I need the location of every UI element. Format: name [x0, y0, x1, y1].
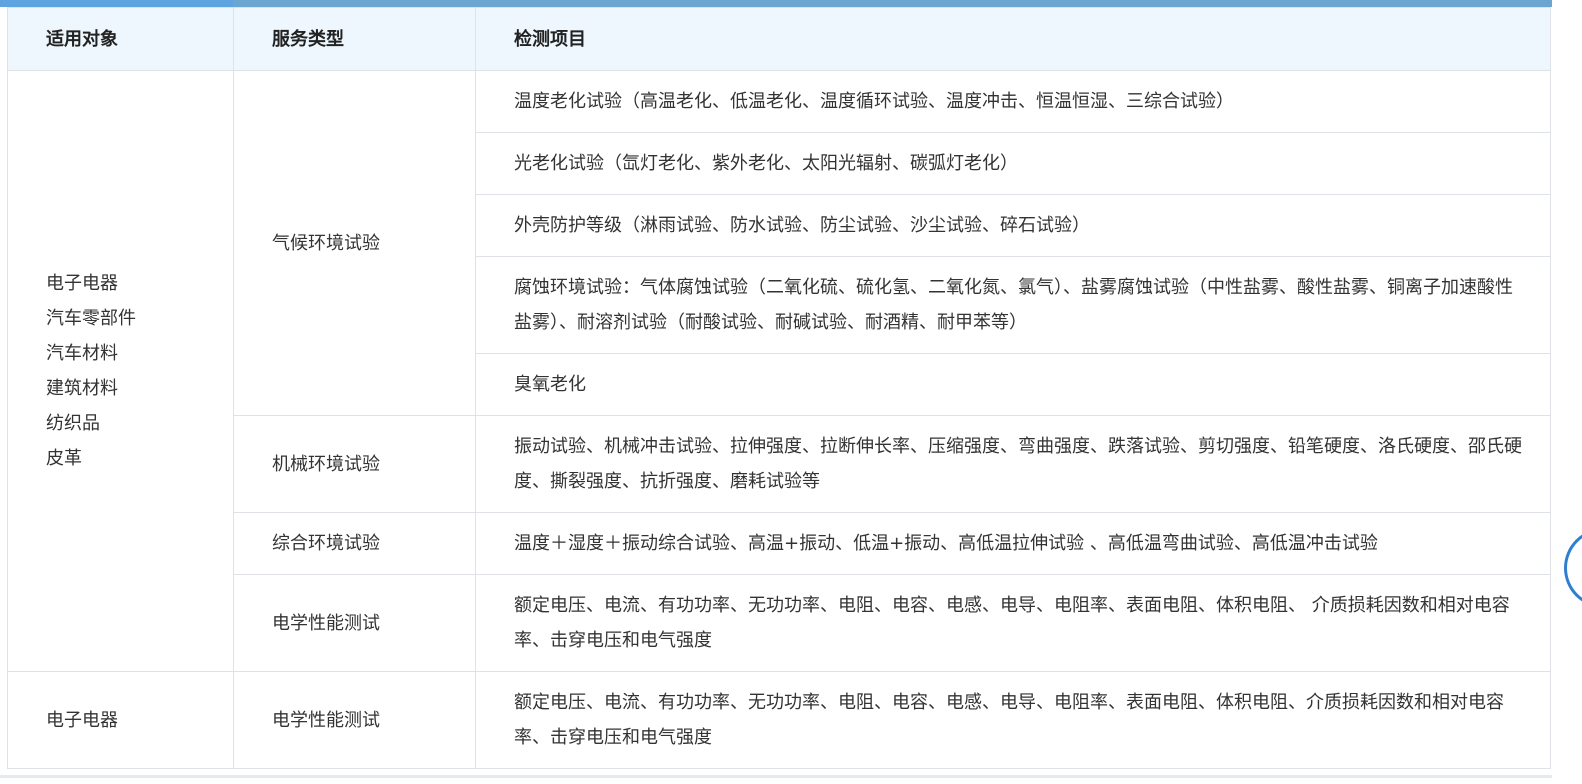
- object-label: 皮革: [46, 448, 82, 469]
- service-cell-electrical: 电学性能测试: [233, 671, 476, 769]
- header-service-type: 服务类型: [233, 7, 476, 71]
- test-item-cell: 光老化试验（氙灯老化、紫外老化、太阳光辐射、碳弧灯老化）: [475, 132, 1551, 195]
- test-item-cell: 臭氧老化: [475, 353, 1551, 416]
- testing-services-table: 适用对象 服务类型 检测项目 电子电器 汽车零部件 汽车材料 建筑材料 纺织品 …: [7, 7, 1551, 769]
- table-header: 适用对象 服务类型 检测项目: [7, 7, 1551, 71]
- service-cell-climate: 气候环境试验: [233, 70, 476, 416]
- service-cell-mechanical: 机械环境试验: [233, 415, 476, 513]
- object-label: 汽车零部件: [46, 308, 136, 329]
- test-item-cell: 额定电压、电流、有功功率、无功功率、电阻、电容、电感、电导、电阻率、表面电阻、体…: [475, 671, 1551, 769]
- table-row: 综合环境试验 温度＋湿度＋振动综合试验、高温+振动、低温+振动、高低温拉伸试验 …: [8, 512, 1551, 575]
- bottom-divider: [0, 775, 1552, 778]
- service-cell-electrical: 电学性能测试: [233, 574, 476, 672]
- test-item-cell: 温度老化试验（高温老化、低温老化、温度循环试验、温度冲击、恒温恒湿、三综合试验）: [475, 70, 1551, 133]
- top-accent-bar: [0, 0, 1552, 7]
- object-label: 纺织品: [46, 413, 100, 434]
- service-cell-combined: 综合环境试验: [233, 512, 476, 575]
- object-label: 电子电器: [46, 709, 118, 731]
- page: 适用对象 服务类型 检测项目 电子电器 汽车零部件 汽车材料 建筑材料 纺织品 …: [0, 0, 1582, 784]
- test-item-cell: 外壳防护等级（淋雨试验、防水试验、防尘试验、沙尘试验、碎石试验）: [475, 194, 1551, 257]
- floating-edge-button-icon[interactable]: [1564, 528, 1582, 608]
- test-item-cell: 温度＋湿度＋振动综合试验、高温+振动、低温+振动、高低温拉伸试验 、高低温弯曲试…: [475, 512, 1551, 575]
- test-item-cell: 振动试验、机械冲击试验、拉伸强度、拉断伸长率、压缩强度、弯曲强度、跌落试验、剪切…: [475, 415, 1551, 513]
- table-header-row: 适用对象 服务类型 检测项目: [7, 7, 1551, 71]
- object-label: 汽车材料: [46, 343, 118, 364]
- table-body: 电子电器 汽车零部件 汽车材料 建筑材料 纺织品 皮革 气候环境试验 温度老化试…: [7, 70, 1551, 769]
- header-applicable-object: 适用对象: [7, 7, 234, 71]
- test-item-cell: 额定电压、电流、有功功率、无功功率、电阻、电容、电感、电导、电阻率、表面电阻、体…: [475, 574, 1551, 672]
- header-test-items: 检测项目: [475, 7, 1551, 71]
- table-row: 电子电器 电学性能测试 额定电压、电流、有功功率、无功功率、电阻、电容、电感、电…: [7, 671, 1551, 769]
- object-cell-group-2: 电子电器: [7, 671, 234, 769]
- table-row: 电学性能测试 额定电压、电流、有功功率、无功功率、电阻、电容、电感、电导、电阻率…: [8, 574, 1551, 672]
- object-cell-group-1: 电子电器 汽车零部件 汽车材料 建筑材料 纺织品 皮革: [7, 70, 234, 672]
- top-accent-highlight: [0, 0, 233, 7]
- table-row: 电子电器 汽车零部件 汽车材料 建筑材料 纺织品 皮革 气候环境试验 温度老化试…: [7, 70, 1551, 672]
- test-item-cell: 腐蚀环境试验：气体腐蚀试验（二氧化硫、硫化氢、二氧化氮、氯气）、盐雾腐蚀试验（中…: [475, 256, 1551, 354]
- table-row: 机械环境试验 振动试验、机械冲击试验、拉伸强度、拉断伸长率、压缩强度、弯曲强度、…: [8, 415, 1551, 513]
- object-label: 建筑材料: [46, 378, 118, 399]
- object-label: 电子电器: [46, 273, 118, 294]
